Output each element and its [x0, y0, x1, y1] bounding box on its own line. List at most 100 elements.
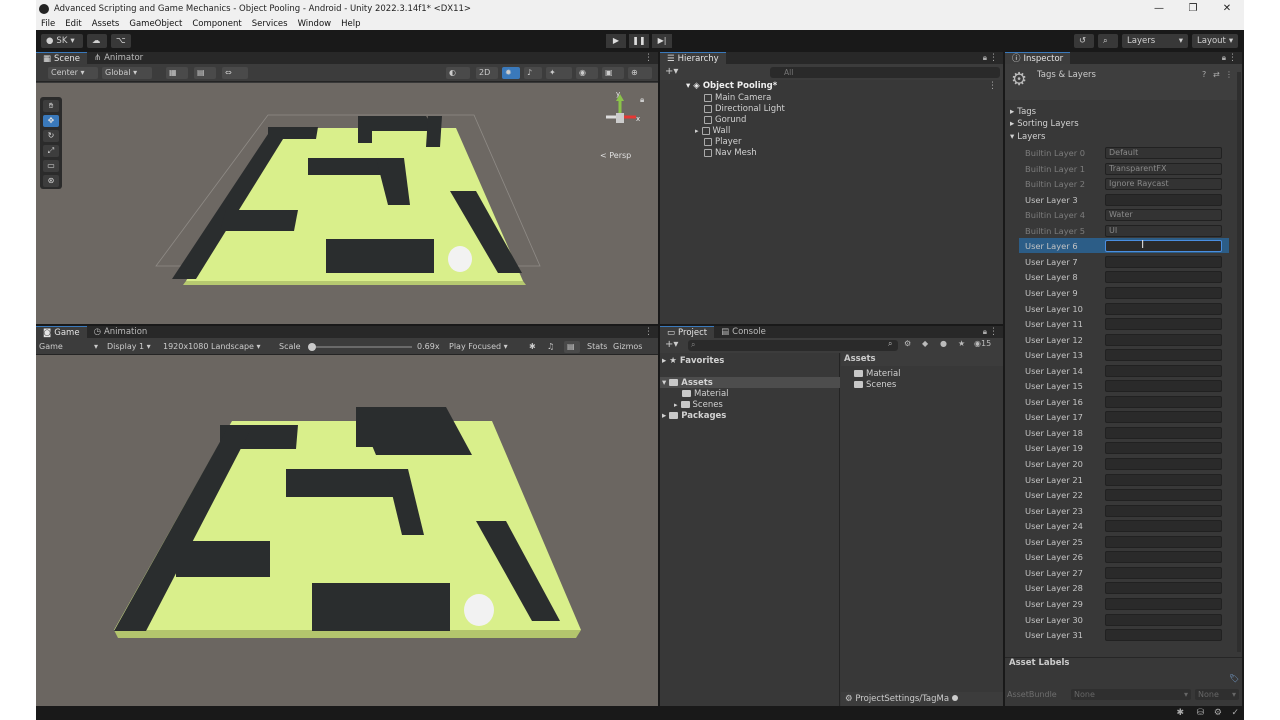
lock-icon[interactable]: 🔒︎ [1222, 53, 1226, 63]
layer-name-field[interactable] [1105, 348, 1222, 361]
hierarchy-item[interactable]: Gorund [704, 114, 746, 125]
add-icon[interactable]: +▾ [665, 66, 678, 77]
stats-button[interactable]: Stats [584, 341, 610, 353]
filter-icon[interactable]: ⚙ [904, 339, 911, 348]
rotate-tool-icon[interactable]: ↻ [43, 130, 59, 142]
hierarchy-item[interactable]: Nav Mesh [704, 147, 757, 158]
menu-edit[interactable]: Edit [65, 19, 81, 29]
tab-scene[interactable]: ▦ Scene [36, 52, 87, 64]
more-icon[interactable]: ⋮ [1228, 52, 1237, 64]
layer-name-field[interactable] [1105, 270, 1222, 283]
hierarchy-item[interactable]: Directional Light [704, 103, 785, 114]
add-icon[interactable]: +▾ [665, 339, 678, 350]
play-button[interactable]: ▶ [606, 34, 626, 48]
more-icon[interactable]: ⋮ [1225, 70, 1233, 79]
more-icon[interactable]: ⋮ [988, 81, 997, 91]
search-by-type-icon[interactable]: ⌕ [888, 339, 892, 349]
asset-item[interactable]: Scenes [854, 379, 896, 390]
slider-handle[interactable] [308, 343, 316, 351]
layer-name-field[interactable] [1105, 410, 1222, 423]
lock-icon[interactable]: 🔒︎ [640, 95, 644, 105]
help-icon[interactable]: ? [1202, 70, 1206, 79]
menu-file[interactable]: File [41, 19, 55, 29]
audio-button[interactable]: ♫ [544, 341, 560, 353]
gizmos-dropdown[interactable]: Gizmos ▾ [610, 341, 652, 363]
orientation-gizmo[interactable]: y x [602, 90, 642, 137]
hidden-objects-toggle[interactable]: ◉ [576, 67, 598, 79]
snap-increment-button[interactable]: ▤ [194, 67, 216, 79]
layer-name-field[interactable] [1105, 426, 1222, 439]
layer-name-field[interactable] [1105, 255, 1222, 268]
layer-name-field[interactable] [1105, 628, 1222, 641]
hierarchy-search-input[interactable]: All [770, 67, 1000, 78]
tab-animation[interactable]: ◷ Animation [87, 326, 155, 338]
packages-row[interactable]: ▸ Packages [662, 410, 726, 421]
grid-snap-button[interactable]: ▦ [166, 67, 188, 79]
menu-help[interactable]: Help [341, 19, 360, 29]
layer-name-field[interactable] [1105, 286, 1222, 299]
play-focus-dropdown[interactable]: Play Focused ▾ [446, 341, 522, 353]
layer-name-field[interactable] [1105, 457, 1222, 470]
cloud-button[interactable]: ☁ [87, 34, 107, 48]
ruler-button[interactable]: ⇔ [222, 67, 248, 79]
search-button[interactable]: ⌕ [1098, 34, 1118, 48]
history-button[interactable]: ↺ [1074, 34, 1094, 48]
draw-mode-button[interactable]: ◐ [446, 67, 470, 79]
layer-name-field[interactable] [1105, 473, 1222, 486]
lock-icon[interactable]: 🔒︎ [983, 53, 987, 63]
preset-icon[interactable]: ⇄ [1213, 70, 1220, 79]
hidden-count-icon[interactable]: ◉15 [974, 339, 991, 348]
sorting-layers-foldout[interactable]: ▸ Sorting Layers [1010, 118, 1079, 129]
menu-assets[interactable]: Assets [92, 19, 120, 29]
layer-name-field[interactable] [1105, 519, 1222, 532]
menu-services[interactable]: Services [252, 19, 288, 29]
display-dropdown[interactable]: Display 1 ▾ [104, 341, 158, 353]
layer-name-field[interactable] [1105, 379, 1222, 392]
layer-name-field[interactable] [1105, 193, 1222, 206]
scale-tool-icon[interactable]: ⤢ [43, 145, 59, 157]
layer-name-field[interactable] [1105, 613, 1222, 626]
layers-foldout[interactable]: ▾ Layers [1010, 131, 1045, 142]
layer-name-field[interactable] [1105, 597, 1222, 610]
game-mode-dropdown[interactable]: Game ▾ [36, 341, 100, 353]
layer-name-field[interactable] [1105, 441, 1222, 454]
folder-row[interactable]: Material [682, 388, 729, 399]
close-button[interactable]: ✕ [1210, 0, 1244, 17]
step-button[interactable]: ▶| [652, 34, 672, 48]
layer-name-field[interactable] [1105, 581, 1222, 594]
game-viewport[interactable] [36, 355, 658, 706]
asset-bundle-dropdown[interactable]: None ▾ [1071, 689, 1191, 700]
more-icon[interactable]: ⋮ [644, 52, 653, 64]
layer-name-field[interactable] [1105, 504, 1222, 517]
pause-button[interactable]: ❚❚ [629, 34, 649, 48]
asset-variant-dropdown[interactable]: None ▾ [1195, 689, 1239, 700]
hierarchy-item[interactable]: Main Camera [704, 92, 771, 103]
tab-project[interactable]: ▭ Project [660, 326, 715, 338]
maximize-button[interactable]: ❐ [1176, 0, 1210, 17]
move-tool-icon[interactable]: ✥ [43, 115, 59, 127]
mute-button[interactable]: ✱ [526, 341, 542, 353]
layer-name-field[interactable] [1105, 566, 1222, 579]
tags-foldout[interactable]: ▸ Tags [1010, 106, 1036, 117]
collab-button[interactable]: ⌥ [111, 34, 131, 48]
layer-name-field[interactable] [1105, 395, 1222, 408]
layers-dropdown[interactable]: Layers ▾ [1122, 34, 1188, 48]
audio-toggle[interactable]: ♪ [524, 67, 542, 79]
menu-gameobject[interactable]: GameObject [129, 19, 182, 29]
tab-hierarchy[interactable]: ☰ Hierarchy [660, 52, 726, 64]
assets-breadcrumb[interactable]: Assets [841, 353, 1003, 366]
assets-row[interactable]: ▾ Assets [660, 377, 840, 388]
scene-viewport[interactable]: y x < Persp 🔒︎ [36, 83, 658, 324]
layer-name-field[interactable] [1105, 317, 1222, 330]
transform-tool-icon[interactable]: ⊛ [43, 175, 59, 187]
zoom-slider-handle[interactable] [951, 695, 958, 701]
debug-icon[interactable]: ✱ [1176, 708, 1184, 718]
effects-toggle[interactable]: ✦ [546, 67, 572, 79]
scale-slider[interactable] [308, 343, 412, 351]
layer-name-field[interactable] [1105, 550, 1222, 563]
tag-icon[interactable]: 🏷︎ [1229, 674, 1239, 683]
gizmos-toggle[interactable]: ⊕ [628, 67, 652, 79]
more-icon[interactable]: ⋮ [644, 326, 653, 338]
vsync-button[interactable]: ▤ [564, 341, 580, 353]
space-dropdown[interactable]: Global ▾ [102, 67, 152, 79]
